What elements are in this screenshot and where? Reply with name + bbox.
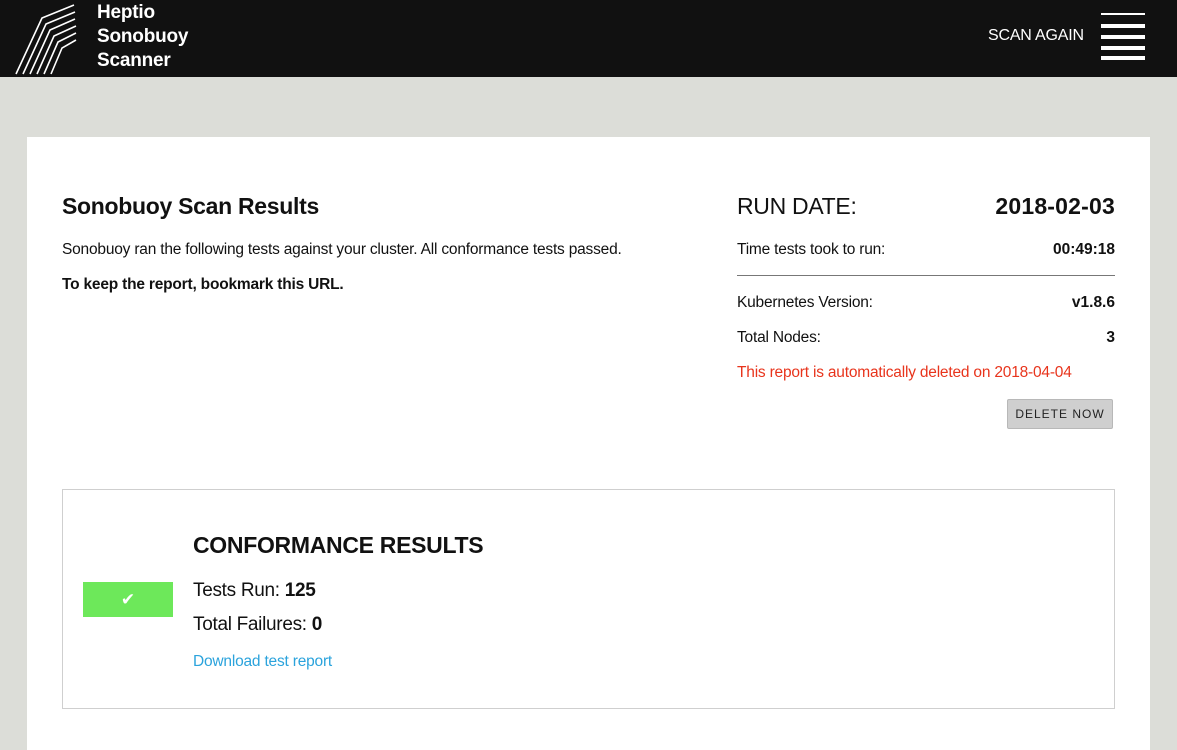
total-nodes-label: Total Nodes: xyxy=(737,329,821,346)
failures-stat: Total Failures: 0 xyxy=(193,614,322,636)
brand-name[interactable]: Heptio Sonobuoy Scanner xyxy=(97,1,188,73)
deletion-notice: This report is automatically deleted on … xyxy=(737,364,1072,381)
duration-label: Time tests took to run: xyxy=(737,241,886,258)
pass-status-badge: ✔ xyxy=(83,582,173,617)
top-bar: Heptio Sonobuoy Scanner SCAN AGAIN xyxy=(0,0,1177,77)
results-card: Sonobuoy Scan Results Sonobuoy ran the f… xyxy=(27,137,1150,750)
hamburger-menu-icon[interactable] xyxy=(1101,13,1145,61)
brand-line-3: Scanner xyxy=(97,50,171,71)
check-mark-icon: ✔ xyxy=(120,590,136,609)
k8s-version-value: v1.8.6 xyxy=(1071,294,1115,311)
k8s-version-label: Kubernetes Version: xyxy=(737,294,873,311)
bookmark-note: To keep the report, bookmark this URL. xyxy=(62,276,344,293)
run-date-value: 2018-02-03 xyxy=(995,193,1115,219)
failures-label: Total Failures: xyxy=(193,614,307,635)
tests-run-value: 125 xyxy=(284,580,316,601)
page-title: Sonobuoy Scan Results xyxy=(62,193,319,219)
conformance-panel: ✔ CONFORMANCE RESULTS Tests Run: 125 Tot… xyxy=(62,489,1115,709)
total-nodes-value: 3 xyxy=(1106,329,1115,346)
delete-now-button[interactable]: DELETE NOW xyxy=(1007,399,1113,429)
info-divider xyxy=(737,275,1115,276)
report-description: Sonobuoy ran the following tests against… xyxy=(62,241,622,258)
brand-line-2: Sonobuoy xyxy=(97,26,189,47)
run-date-label: RUN DATE: xyxy=(737,193,857,219)
scan-again-link[interactable]: SCAN AGAIN xyxy=(988,27,1084,45)
download-report-link[interactable]: Download test report xyxy=(193,653,332,671)
conformance-title: CONFORMANCE RESULTS xyxy=(193,532,484,558)
tests-run-label: Tests Run: xyxy=(193,580,280,601)
tests-run-stat: Tests Run: 125 xyxy=(193,580,316,602)
heptio-logo-icon[interactable] xyxy=(12,2,78,77)
duration-value: 00:49:18 xyxy=(1052,241,1115,258)
failures-value: 0 xyxy=(311,614,323,635)
brand-line-1: Heptio xyxy=(97,2,155,23)
